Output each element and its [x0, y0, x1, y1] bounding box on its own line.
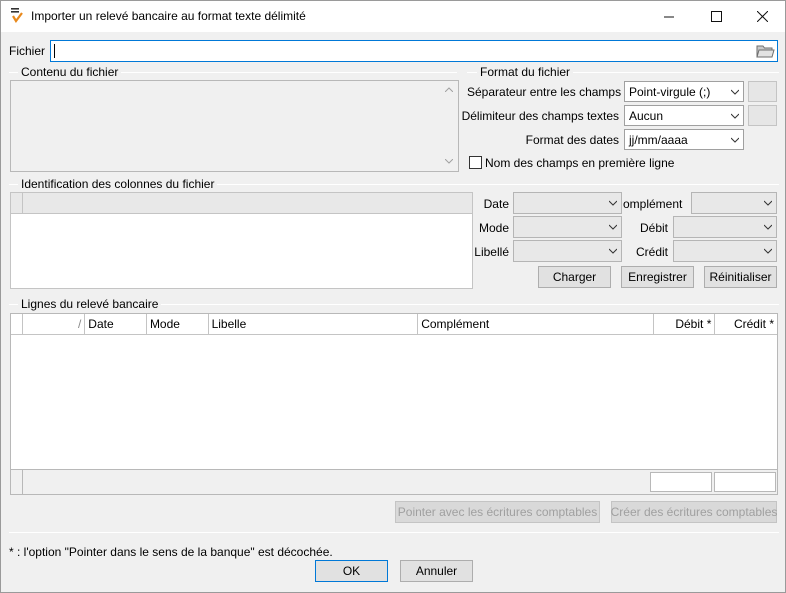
file-content-textarea[interactable] [10, 80, 459, 172]
statement-lines-grid[interactable]: / Date Mode Libelle Complément Débit * C… [10, 313, 778, 495]
separator-label: Séparateur entre les champs [467, 85, 622, 99]
col-complement[interactable]: Complément [418, 314, 654, 334]
window-title: Importer un relevé bancaire au format te… [31, 9, 306, 23]
chevron-down-icon [731, 89, 739, 95]
chevron-down-icon [731, 113, 739, 119]
debit-column-label: Débit [639, 221, 668, 235]
credit-total-field [714, 472, 776, 492]
mode-column-label: Mode [478, 221, 509, 235]
text-caret [54, 44, 55, 58]
header-row-checkbox[interactable] [469, 156, 482, 169]
separator-select[interactable]: Point-virgule (;) [624, 81, 744, 102]
lines-group-title: Lignes du relevé bancaire [18, 297, 162, 311]
debit-column-select[interactable] [673, 216, 777, 238]
libelle-column-label: Libellé [474, 245, 509, 259]
minimize-button[interactable] [646, 1, 692, 32]
chevron-down-icon [731, 137, 739, 143]
col-credit[interactable]: Crédit * [715, 314, 777, 334]
chevron-down-icon [609, 248, 617, 254]
header-row-checkbox-label: Nom des champs en première ligne [485, 156, 675, 170]
col-sort[interactable]: / [23, 314, 86, 334]
col-selector[interactable] [11, 314, 23, 334]
maximize-button[interactable] [693, 1, 739, 32]
delimiter-extra-button[interactable] [748, 105, 777, 126]
debit-total-field [650, 472, 712, 492]
content-scrollbar[interactable] [441, 81, 458, 171]
columns-preview-grid[interactable] [10, 192, 473, 289]
date-format-select[interactable]: jj/mm/aaaa [624, 129, 744, 150]
statement-totals-row [11, 469, 777, 494]
col-libelle[interactable]: Libelle [209, 314, 419, 334]
chevron-down-icon [764, 200, 772, 206]
import-dialog: Importer un relevé bancaire au format te… [0, 0, 786, 593]
delimiter-select[interactable]: Aucun [624, 105, 744, 126]
close-icon [756, 11, 768, 22]
close-button[interactable] [739, 1, 785, 32]
scroll-up-icon[interactable] [445, 87, 453, 92]
complement-column-label: omplément [623, 197, 683, 211]
file-input[interactable] [50, 40, 778, 62]
footer-note: * : l'option "Pointer dans le sens de la… [9, 545, 333, 559]
delimiter-label: Délimiteur des champs textes [461, 109, 619, 123]
col-debit[interactable]: Débit * [654, 314, 716, 334]
chevron-down-icon [609, 224, 617, 230]
maximize-icon [710, 11, 722, 22]
create-entries-button[interactable]: Créer des écritures comptables [611, 501, 777, 523]
separator-extra-button[interactable] [748, 81, 777, 102]
columns-group-title: Identification des colonnes du fichier [18, 177, 218, 191]
mode-column-select[interactable] [513, 216, 622, 238]
credit-column-label: Crédit [635, 245, 668, 259]
minimize-icon [663, 16, 674, 18]
col-date[interactable]: Date [85, 314, 147, 334]
credit-column-select[interactable] [673, 240, 777, 262]
cancel-button[interactable]: Annuler [400, 560, 473, 582]
ok-button[interactable]: OK [315, 560, 388, 582]
file-label: Fichier [9, 44, 46, 58]
date-column-select[interactable] [513, 192, 622, 214]
save-button[interactable]: Enregistrer [621, 266, 694, 288]
content-group-title: Contenu du fichier [18, 65, 122, 79]
footer-separator [9, 532, 779, 533]
title-bar: Importer un relevé bancaire au format te… [1, 1, 785, 32]
chevron-down-icon [764, 248, 772, 254]
date-format-label: Format des dates [525, 133, 619, 147]
load-button[interactable]: Charger [538, 266, 611, 288]
complement-column-select[interactable] [691, 192, 777, 214]
chevron-down-icon [764, 224, 772, 230]
date-column-label: Date [483, 197, 509, 211]
app-icon [11, 8, 23, 23]
col-mode[interactable]: Mode [147, 314, 209, 334]
folder-open-icon[interactable] [756, 43, 775, 59]
chevron-down-icon [609, 200, 617, 206]
libelle-column-select[interactable] [513, 240, 622, 262]
statement-lines-header: / Date Mode Libelle Complément Débit * C… [11, 314, 777, 335]
format-group-title: Format du fichier [477, 65, 574, 79]
columns-preview-header [11, 193, 472, 214]
reset-button[interactable]: Réinitialiser [704, 266, 777, 288]
scroll-down-icon[interactable] [445, 159, 453, 164]
match-entries-button[interactable]: Pointer avec les écritures comptables [395, 501, 600, 523]
